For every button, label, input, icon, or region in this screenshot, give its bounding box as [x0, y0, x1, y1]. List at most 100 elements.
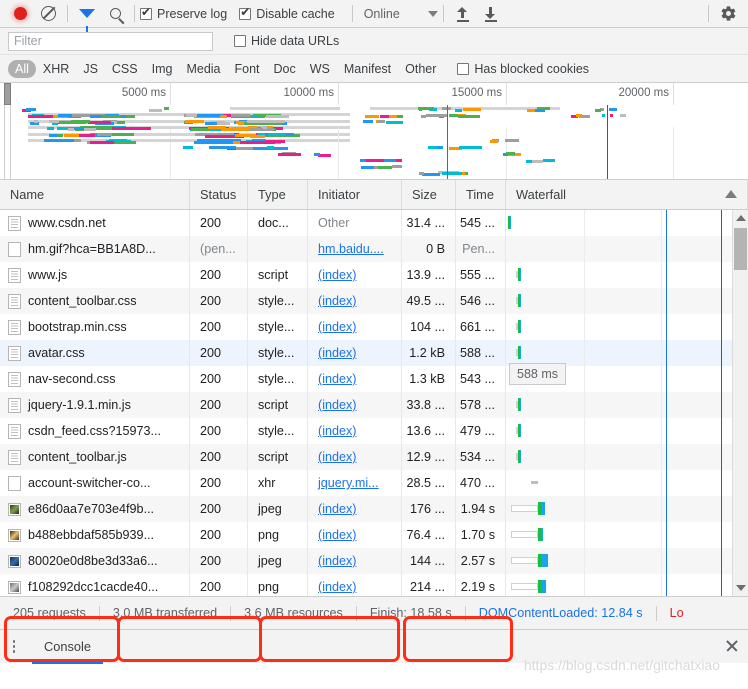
- type-filter-css[interactable]: CSS: [105, 60, 145, 78]
- overview-window-handle-left[interactable]: [4, 83, 11, 105]
- tab-console[interactable]: Console: [32, 630, 103, 664]
- cell-initiator[interactable]: (index): [308, 574, 402, 596]
- cell-initiator[interactable]: (index): [308, 418, 402, 444]
- type-filter-font[interactable]: Font: [228, 60, 267, 78]
- type-filter-manifest[interactable]: Manifest: [337, 60, 398, 78]
- initiator-link[interactable]: (index): [318, 294, 357, 308]
- type-filter-other[interactable]: Other: [398, 60, 443, 78]
- initiator-link[interactable]: (index): [318, 554, 357, 568]
- initiator-link[interactable]: (index): [318, 528, 357, 542]
- table-row[interactable]: www.js 200 script (index) 13.9 ... 555 ...: [0, 262, 748, 288]
- search-button[interactable]: [101, 1, 129, 27]
- overview-request-bar: [417, 107, 434, 111]
- cell-size: 144 ...: [402, 548, 456, 574]
- table-row[interactable]: avatar.css 200 style... (index) 1.2 kB 588 ..…: [0, 340, 748, 366]
- overview-request-bar: [457, 115, 480, 119]
- cell-waterfall: [506, 418, 748, 444]
- table-row[interactable]: csdn_feed.css?15973... 200 style... (index)…: [0, 418, 748, 444]
- settings-button[interactable]: [714, 1, 742, 27]
- table-row[interactable]: nav-second.css 200 style... (index) 1.3 kB 54…: [0, 366, 748, 392]
- type-filter-img[interactable]: Img: [145, 60, 180, 78]
- initiator-link[interactable]: (index): [318, 502, 357, 516]
- cell-name: bootstrap.min.css: [0, 314, 190, 340]
- scrollbar-thumb[interactable]: [734, 228, 747, 270]
- column-header-size[interactable]: Size: [402, 180, 456, 209]
- cell-size: 33.8 ...: [402, 392, 456, 418]
- initiator-link[interactable]: (index): [318, 320, 357, 334]
- cell-initiator[interactable]: (index): [308, 314, 402, 340]
- table-row[interactable]: www.csdn.net 200 doc... Other 31.4 ... 545 ..…: [0, 210, 748, 236]
- cell-status: 200: [190, 574, 248, 596]
- cell-initiator[interactable]: (index): [308, 366, 402, 392]
- cell-initiator[interactable]: hm.baidu....: [308, 236, 402, 262]
- table-row[interactable]: b488ebbdaf585b939... 200 png (index) 76.4 ..…: [0, 522, 748, 548]
- disable-cache-checkbox[interactable]: Disable cache: [239, 5, 347, 21]
- initiator-link[interactable]: (index): [318, 268, 357, 282]
- export-har-button[interactable]: [477, 1, 505, 27]
- overview-request-bar: [267, 132, 286, 136]
- waterfall-dcl-line: [666, 522, 667, 548]
- waterfall-load-line: [721, 496, 722, 522]
- cell-initiator[interactable]: (index): [308, 496, 402, 522]
- record-button[interactable]: [6, 1, 34, 27]
- initiator-link[interactable]: (index): [318, 372, 357, 386]
- type-filter-xhr[interactable]: XHR: [36, 60, 76, 78]
- preserve-log-checkbox[interactable]: Preserve log: [140, 5, 239, 21]
- initiator-link[interactable]: hm.baidu....: [318, 242, 384, 256]
- requests-table: Name Status Type Initiator Size Time Wat…: [0, 180, 748, 596]
- filter-toggle-button[interactable]: [73, 1, 101, 32]
- cell-initiator[interactable]: (index): [308, 444, 402, 470]
- table-row[interactable]: content_toolbar.css 200 style... (index) 49.…: [0, 288, 748, 314]
- initiator-link[interactable]: (index): [318, 346, 357, 360]
- has-blocked-cookies-checkbox[interactable]: Has blocked cookies: [457, 62, 601, 76]
- initiator-link[interactable]: jquery.mi...: [318, 476, 379, 490]
- gear-icon: [721, 6, 735, 21]
- column-header-status[interactable]: Status: [190, 180, 248, 209]
- table-row[interactable]: f108292dcc1cacde40... 200 png (index) 214 ..…: [0, 574, 748, 596]
- scroll-down-button[interactable]: [733, 580, 748, 596]
- import-har-button[interactable]: [449, 1, 477, 27]
- column-header-time[interactable]: Time: [456, 180, 506, 209]
- waterfall-dcl-line: [666, 314, 667, 340]
- request-name: account-switcher-co...: [28, 476, 151, 490]
- hide-data-urls-checkbox[interactable]: Hide data URLs: [234, 34, 351, 48]
- cell-initiator[interactable]: (index): [308, 262, 402, 288]
- type-filter-doc[interactable]: Doc: [267, 60, 303, 78]
- table-row[interactable]: hm.gif?hca=BB1A8D... (pen... hm.baidu.... 0…: [0, 236, 748, 262]
- table-row[interactable]: bootstrap.min.css 200 style... (index) 104 .…: [0, 314, 748, 340]
- initiator-link[interactable]: (index): [318, 398, 357, 412]
- scroll-up-button[interactable]: [733, 210, 748, 226]
- table-row[interactable]: jquery-1.9.1.min.js 200 script (index) 33.8 …: [0, 392, 748, 418]
- table-row[interactable]: e86d0aa7e703e4f9b... 200 jpeg (index) 176 ..…: [0, 496, 748, 522]
- overview-request-bar: [239, 140, 276, 144]
- column-header-name[interactable]: Name: [0, 180, 190, 209]
- requests-scrollbar[interactable]: [732, 210, 748, 596]
- kebab-menu-icon[interactable]: [6, 637, 22, 657]
- column-header-type[interactable]: Type: [248, 180, 308, 209]
- cell-initiator[interactable]: (index): [308, 340, 402, 366]
- cell-initiator[interactable]: (index): [308, 288, 402, 314]
- cell-type: xhr: [248, 470, 308, 496]
- type-filter-media[interactable]: Media: [179, 60, 227, 78]
- column-header-initiator[interactable]: Initiator: [308, 180, 402, 209]
- clear-button[interactable]: [34, 1, 62, 27]
- close-icon[interactable]: [725, 639, 739, 653]
- cell-initiator[interactable]: (index): [308, 548, 402, 574]
- initiator-link[interactable]: (index): [318, 450, 357, 464]
- cell-initiator[interactable]: jquery.mi...: [308, 470, 402, 496]
- type-filter-ws[interactable]: WS: [303, 60, 337, 78]
- table-row[interactable]: content_toolbar.js 200 script (index) 12.9 .…: [0, 444, 748, 470]
- initiator-link[interactable]: (index): [318, 580, 357, 594]
- table-row[interactable]: account-switcher-co... 200 xhr jquery.mi...…: [0, 470, 748, 496]
- type-filter-js[interactable]: JS: [76, 60, 105, 78]
- column-header-waterfall[interactable]: Waterfall: [506, 180, 748, 209]
- table-row[interactable]: 80020e0d8be3d33a6... 200 jpeg (index) 144 ..…: [0, 548, 748, 574]
- filter-input[interactable]: [8, 31, 213, 51]
- type-filter-all[interactable]: All: [8, 59, 36, 78]
- network-overview[interactable]: 5000 ms 10000 ms 15000 ms 20000 ms: [0, 83, 748, 180]
- initiator-link[interactable]: (index): [318, 424, 357, 438]
- cell-initiator[interactable]: (index): [308, 392, 402, 418]
- cell-initiator[interactable]: (index): [308, 522, 402, 548]
- overview-request-bar: [377, 120, 385, 124]
- throttling-select[interactable]: Online: [364, 7, 438, 21]
